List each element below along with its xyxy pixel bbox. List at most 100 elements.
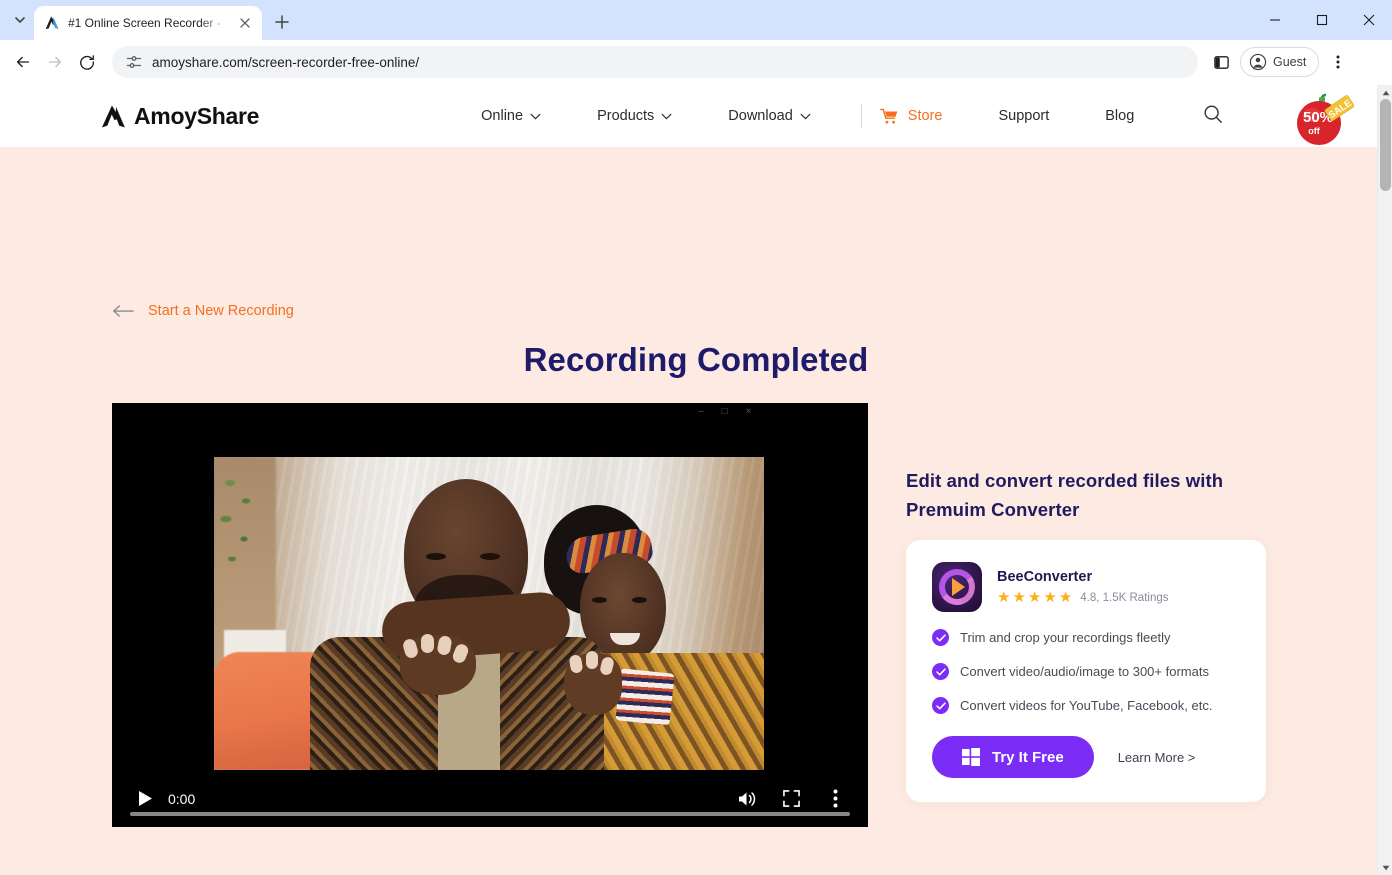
star-icon: ★ <box>1058 589 1073 607</box>
check-circle-icon <box>932 697 949 715</box>
app-name: BeeConverter <box>997 569 1093 586</box>
tab-title: #1 Online Screen Recorder - <box>68 16 221 30</box>
cta-row: Try It Free Learn More > <box>932 736 1242 779</box>
try-it-free-button[interactable]: Try It Free <box>932 736 1094 779</box>
chevron-down-icon <box>800 113 811 119</box>
feature-item: Convert videos for YouTube, Facebook, et… <box>932 697 1242 715</box>
star-rating: ★ ★ ★ ★ ★ <box>997 590 1072 605</box>
tab-strip: #1 Online Screen Recorder - <box>0 0 1392 40</box>
recorded-minimize-glyph: – <box>698 406 704 417</box>
scrollbar-thumb[interactable] <box>1380 99 1391 191</box>
star-icon: ★ <box>997 589 1011 607</box>
search-icon <box>1204 104 1223 123</box>
nav-item-online[interactable]: Online <box>453 108 569 124</box>
shopping-cart-icon <box>879 108 898 124</box>
nav-label-support: Support <box>998 108 1050 124</box>
feature-item: Convert video/audio/image to 300+ format… <box>932 663 1242 681</box>
app-header-row: BeeConverter ★ ★ ★ ★ ★ 4.8, 1.5K Ratings <box>932 562 1242 613</box>
recorded-close-glyph: × <box>745 406 752 417</box>
windows-logo-icon <box>962 748 980 767</box>
arrow-left-icon <box>112 305 134 317</box>
volume-up-icon[interactable] <box>730 784 764 814</box>
tab-close-icon[interactable] <box>236 14 254 32</box>
nav-label-products: Products <box>597 108 655 124</box>
account-circle-icon <box>1249 53 1267 71</box>
nav-item-support[interactable]: Support <box>970 108 1077 124</box>
browser-menu-icon[interactable] <box>1323 47 1353 77</box>
nav-divider <box>860 104 862 128</box>
chevron-down-icon <box>661 113 672 119</box>
forward-icon[interactable] <box>40 47 70 77</box>
video-player[interactable]: – □ × 0:00 <box>112 403 868 827</box>
site-settings-icon[interactable] <box>126 54 142 70</box>
browser-toolbar: amoyshare.com/screen-recorder-free-onlin… <box>0 40 1392 85</box>
feature-text: Convert videos for YouTube, Facebook, et… <box>960 698 1213 714</box>
feature-text: Trim and crop your recordings fleetly <box>960 630 1171 646</box>
minimize-icon[interactable] <box>1251 0 1298 40</box>
feature-item: Trim and crop your recordings fleetly <box>932 629 1242 647</box>
profile-label: Guest <box>1273 55 1307 69</box>
new-tab-button[interactable] <box>268 8 296 36</box>
maximize-icon[interactable] <box>1298 0 1345 40</box>
video-controls-bar: 0:00 <box>112 770 868 827</box>
video-more-options-icon[interactable] <box>818 784 852 814</box>
promo-title: Edit and convert recorded files with Pre… <box>906 470 1224 520</box>
try-it-free-label: Try It Free <box>992 748 1064 766</box>
scroll-down-icon[interactable] <box>1378 860 1392 875</box>
recorded-scene-image <box>214 457 764 770</box>
star-icon: ★ <box>1043 589 1057 607</box>
promo-card: BeeConverter ★ ★ ★ ★ ★ 4.8, 1.5K Ratings <box>906 540 1266 803</box>
browser-window: #1 Online Screen Recorder - amoyshare.co… <box>0 0 1392 875</box>
window-controls <box>1251 0 1392 40</box>
browser-tab[interactable]: #1 Online Screen Recorder - <box>34 6 262 40</box>
scroll-up-icon[interactable] <box>1378 85 1392 100</box>
amoyshare-favicon-icon <box>45 16 59 30</box>
nav-item-blog[interactable]: Blog <box>1077 108 1162 124</box>
recorded-window-controls: – □ × <box>698 406 751 418</box>
side-panel-icon[interactable] <box>1206 47 1236 77</box>
promo-panel: Edit and convert recorded files with Pre… <box>906 467 1266 803</box>
nav-item-download[interactable]: Download <box>700 108 839 124</box>
nav-item-store[interactable]: Store <box>879 108 971 125</box>
app-meta: BeeConverter ★ ★ ★ ★ ★ 4.8, 1.5K Ratings <box>997 569 1169 605</box>
video-current-time: 0:00 <box>168 790 196 807</box>
feature-text: Convert video/audio/image to 300+ format… <box>960 664 1209 680</box>
start-new-recording-label: Start a New Recording <box>148 303 294 319</box>
tab-search-icon[interactable] <box>6 6 34 34</box>
page-viewport: AmoyShare Online Products Download Store… <box>0 85 1392 875</box>
chevron-down-icon <box>530 113 541 119</box>
video-frame[interactable] <box>214 457 764 770</box>
svg-text:off: off <box>1308 126 1320 136</box>
sale-badge-icon[interactable]: 50% off SALE <box>1288 93 1354 147</box>
nav-item-products[interactable]: Products <box>569 108 700 124</box>
start-new-recording-link[interactable]: Start a New Recording <box>112 303 294 319</box>
site-nav: Online Products Download Store Support B… <box>453 103 1224 130</box>
profile-button[interactable]: Guest <box>1240 47 1320 77</box>
back-icon[interactable] <box>8 47 38 77</box>
address-bar[interactable]: amoyshare.com/screen-recorder-free-onlin… <box>112 46 1198 78</box>
brand-name: AmoyShare <box>134 102 260 129</box>
fullscreen-icon[interactable] <box>774 784 808 814</box>
page-title: Recording Completed <box>523 341 869 378</box>
reload-icon[interactable] <box>72 47 102 77</box>
toolbar-right-cluster: Guest <box>1206 47 1353 77</box>
site-search-button[interactable] <box>1202 103 1224 130</box>
check-circle-icon <box>932 663 949 681</box>
nav-label-store: Store <box>907 108 943 124</box>
close-window-icon[interactable] <box>1345 0 1392 40</box>
url-text[interactable]: amoyshare.com/screen-recorder-free-onlin… <box>152 55 419 70</box>
learn-more-link[interactable]: Learn More > <box>1118 750 1196 765</box>
video-progress-bar[interactable] <box>130 812 850 816</box>
rating-text: 4.8, 1.5K Ratings <box>1080 591 1169 604</box>
play-icon[interactable] <box>130 784 160 814</box>
star-icon: ★ <box>1012 589 1026 607</box>
nav-label-blog: Blog <box>1105 108 1135 124</box>
beeconverter-app-icon <box>932 562 982 613</box>
page-scrollbar[interactable] <box>1377 85 1392 875</box>
rating-row: ★ ★ ★ ★ ★ 4.8, 1.5K Ratings <box>997 590 1169 605</box>
star-icon: ★ <box>1027 589 1042 607</box>
site-header: AmoyShare Online Products Download Store… <box>0 85 1392 147</box>
site-logo[interactable]: AmoyShare <box>100 103 259 130</box>
recorded-maximize-glyph: □ <box>721 406 728 417</box>
nav-label-download: Download <box>728 108 793 124</box>
